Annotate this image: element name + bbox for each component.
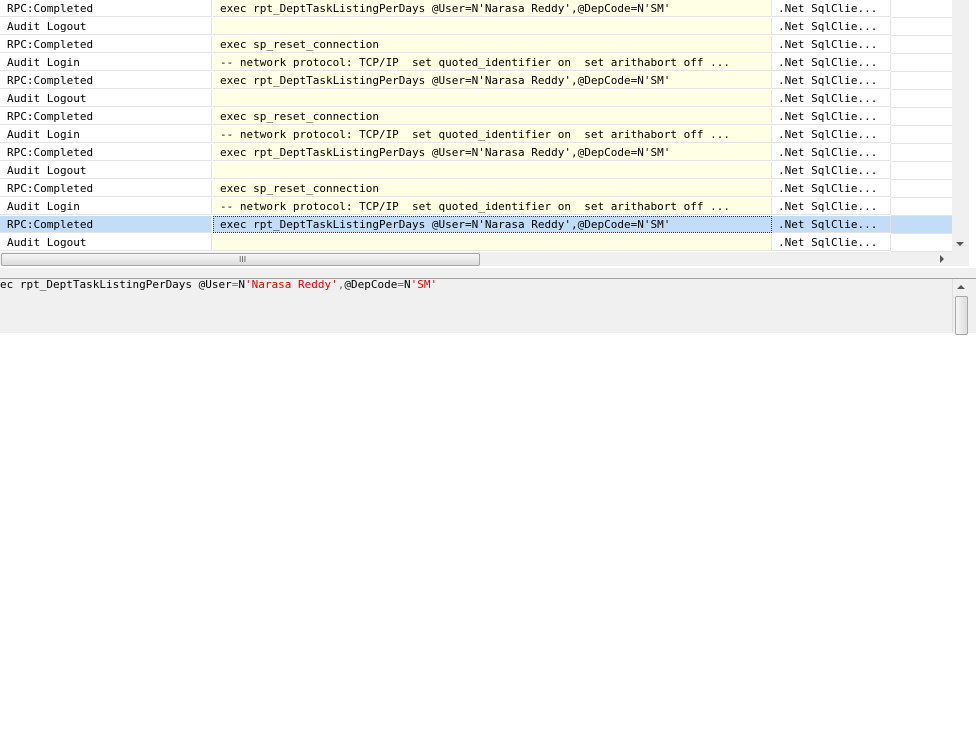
table-row[interactable]: RPC:Completed exec rpt_DeptTaskListingPer… [0,0,952,18]
table-row[interactable]: Audit Logout .Net SqlClie... [0,162,952,180]
grid-vertical-scrollbar[interactable] [952,0,969,252]
table-row[interactable]: Audit Login -- network protocol: TCP/IP s… [0,198,952,216]
next-column-cell [891,144,952,162]
application-name-cell: .Net SqlClie... [772,72,891,89]
event-class-cell: Audit Logout [0,90,212,107]
next-column-cell [891,54,952,72]
detail-operator: = [397,278,404,291]
next-column-cell [891,108,952,126]
next-column-cell [891,234,952,252]
table-row[interactable]: RPC:Completed exec rpt_DeptTaskListingPer… [0,216,952,234]
next-column-cell [891,180,952,198]
event-class-cell: RPC:Completed [0,36,212,53]
event-class-cell: RPC:Completed [0,108,212,125]
application-name-cell: .Net SqlClie... [772,234,891,251]
textdata-cell: -- network protocol: TCP/IP set quoted_i… [213,54,772,71]
table-row[interactable]: Audit Login -- network protocol: TCP/IP s… [0,54,952,72]
scroll-down-arrow-icon[interactable] [956,242,964,246]
detail-text-part: ec rpt_DeptTaskListingPerDays @User [0,278,232,291]
scroll-right-arrow-icon[interactable] [940,255,944,263]
application-name-cell: .Net SqlClie... [772,108,891,125]
application-name-cell: .Net SqlClie... [772,198,891,215]
event-class-cell: Audit Login [0,198,212,215]
detail-string-literal: 'SM' [410,278,438,291]
textdata-cell: exec rpt_DeptTaskListingPerDays @User=N'… [213,144,772,161]
textdata-cell [213,162,772,179]
next-column-cell [891,90,952,108]
application-name-cell: .Net SqlClie... [772,18,891,35]
textdata-cell [213,18,772,35]
detail-string-literal: 'Narasa Reddy' [245,278,338,291]
event-class-cell: Audit Login [0,54,212,71]
scroll-grip-icon: III [239,255,247,264]
event-textdata[interactable]: ec rpt_DeptTaskListingPerDays @User =N 'Na… [0,279,952,297]
trace-rows: RPC:Completed exec rpt_DeptTaskListingPer… [0,0,952,252]
next-column-cell [891,126,952,144]
next-column-cell [891,162,952,180]
textdata-cell [213,90,772,107]
event-class-cell: RPC:Completed [0,180,212,197]
application-name-cell: .Net SqlClie... [772,216,891,233]
event-class-cell: RPC:Completed [0,216,212,233]
application-name-cell: .Net SqlClie... [772,144,891,161]
table-row[interactable]: RPC:Completed exec rpt_DeptTaskListingPer… [0,72,952,90]
detail-vertical-scrollbar[interactable] [952,279,970,335]
event-class-cell: Audit Logout [0,18,212,35]
grid-horizontal-scrollbar[interactable]: III [0,252,952,266]
horizontal-scroll-thumb[interactable]: III [1,253,480,266]
textdata-cell: exec rpt_DeptTaskListingPerDays @User=N'… [213,0,772,17]
next-column-cell [891,72,952,90]
event-class-cell: Audit Logout [0,234,212,251]
event-class-cell: Audit Login [0,126,212,143]
table-row[interactable]: RPC:Completed exec rpt_DeptTaskListingPer… [0,144,952,162]
next-column-cell [891,36,952,54]
table-row[interactable]: RPC:Completed exec sp_reset_connection .Ne… [0,36,952,54]
table-row[interactable]: Audit Logout .Net SqlClie... [0,90,952,108]
table-row[interactable]: RPC:Completed exec sp_reset_connection .Ne… [0,108,952,126]
table-row[interactable]: Audit Logout .Net SqlClie... [0,234,952,252]
detail-text-part: N [404,278,411,291]
textdata-cell: exec rpt_DeptTaskListingPerDays @User=N'… [213,72,772,89]
next-column-cell [891,0,952,18]
textdata-cell: exec sp_reset_connection [213,36,772,53]
event-class-cell: Audit Logout [0,162,212,179]
next-column-cell [891,18,952,36]
table-row[interactable]: RPC:Completed exec sp_reset_connection .Ne… [0,180,952,198]
textdata-cell: exec rpt_DeptTaskListingPerDays @User=N'… [213,216,772,233]
application-name-cell: .Net SqlClie... [772,180,891,197]
next-column-cell [891,198,952,216]
next-column-cell [891,216,952,234]
detail-scroll-thumb[interactable] [955,296,968,335]
table-row[interactable]: Audit Logout .Net SqlClie... [0,18,952,36]
trace-events-grid: RPC:Completed exec rpt_DeptTaskListingPer… [0,0,976,268]
event-class-cell: RPC:Completed [0,72,212,89]
detail-text-part: @DepCode [344,278,398,291]
application-name-cell: .Net SqlClie... [772,126,891,143]
textdata-cell: -- network protocol: TCP/IP set quoted_i… [213,126,772,143]
event-detail-pane: ec rpt_DeptTaskListingPerDays @User =N 'Na… [0,279,976,335]
application-name-cell: .Net SqlClie... [772,36,891,53]
application-name-cell: .Net SqlClie... [772,0,891,17]
textdata-cell: exec sp_reset_connection [213,180,772,197]
event-class-cell: RPC:Completed [0,0,212,17]
event-class-cell: RPC:Completed [0,144,212,161]
table-row[interactable]: Audit Login -- network protocol: TCP/IP s… [0,126,952,144]
application-name-cell: .Net SqlClie... [772,162,891,179]
scroll-up-arrow-icon[interactable] [957,285,965,289]
scrollbar-corner [952,252,969,266]
textdata-cell [213,234,772,251]
textdata-cell: -- network protocol: TCP/IP set quoted_i… [213,198,772,215]
textdata-cell: exec sp_reset_connection [213,108,772,125]
application-name-cell: .Net SqlClie... [772,54,891,71]
application-name-cell: .Net SqlClie... [772,90,891,107]
